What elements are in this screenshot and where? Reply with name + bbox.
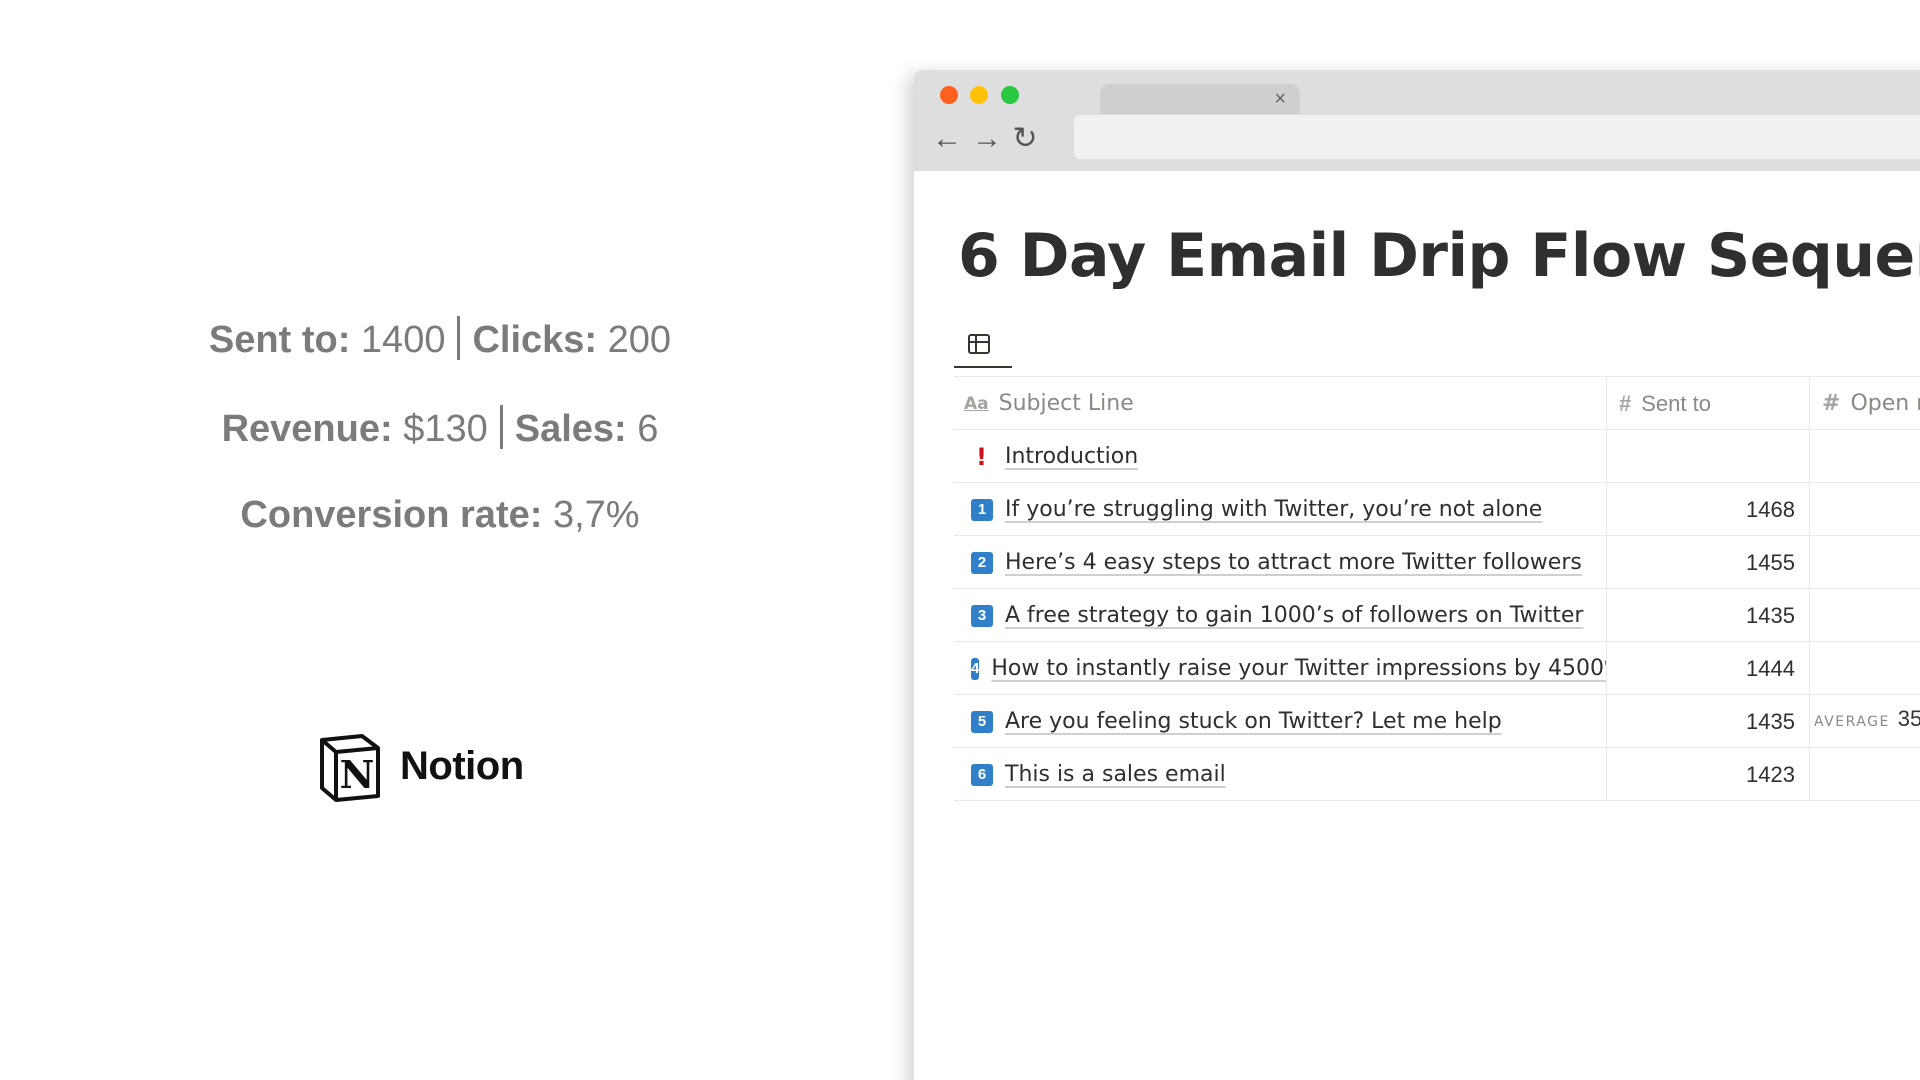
subject-text[interactable]: Introduction (1005, 444, 1138, 469)
maximize-window-button[interactable] (1001, 86, 1019, 104)
tab-close-icon[interactable]: × (1274, 87, 1286, 111)
clicks-label: Clicks: (472, 319, 598, 361)
stat-line-revenue-sales: Revenue: $130 Sales: 6 (0, 405, 880, 451)
revenue-value: $130 (403, 408, 488, 450)
sent-to-cell[interactable]: 1423 (1607, 748, 1810, 801)
column-header-label: Subject Line (998, 391, 1134, 416)
sent-value: 1400 (360, 319, 446, 361)
table-row[interactable]: 6 This is a sales email 1423 (954, 748, 1920, 801)
text-property-icon: Aa (964, 393, 989, 414)
sent-to-cell[interactable]: 1455 (1607, 536, 1810, 589)
nav-buttons: ← → ↻ (932, 122, 1038, 156)
divider (499, 405, 503, 449)
column-header-label: Sent to (1641, 390, 1711, 416)
table-row[interactable]: 1 If you’re struggling with Twitter, you… (954, 483, 1920, 536)
reload-icon[interactable]: ↻ (1012, 122, 1038, 156)
column-header-subject[interactable]: Aa Subject Line (954, 377, 1607, 430)
calculation-value: 35 (1897, 706, 1920, 731)
notion-logo: N Notion (314, 730, 524, 802)
subject-cell[interactable]: ! Introduction (954, 430, 1607, 483)
sent-to-cell[interactable]: 1435 (1607, 589, 1810, 642)
clicks-value: 200 (607, 319, 672, 361)
open-rate-cell[interactable] (1810, 748, 1920, 801)
number-property-icon: # (1822, 391, 1841, 416)
stat-line-conversion: Conversion rate: 3,7% (0, 494, 880, 537)
subject-cell[interactable]: 3 A free strategy to gain 1000’s of foll… (954, 589, 1607, 642)
table-row[interactable]: 2 Here’s 4 easy steps to attract more Tw… (954, 536, 1920, 589)
forward-arrow-icon[interactable]: → (972, 122, 1002, 156)
sent-to-cell[interactable]: 1435 (1607, 695, 1810, 748)
open-rate-cell[interactable] (1810, 483, 1920, 536)
number-2-icon: 2 (971, 551, 993, 574)
sent-to-cell[interactable] (1607, 430, 1810, 483)
table-row[interactable]: 3 A free strategy to gain 1000’s of foll… (954, 589, 1920, 642)
sent-to-cell[interactable]: 1468 (1607, 483, 1810, 536)
notion-logo-icon: N (320, 734, 380, 802)
number-property-icon: # (1619, 390, 1632, 416)
revenue-label: Revenue: (221, 408, 393, 450)
subject-cell[interactable]: 4 How to instantly raise your Twitter im… (954, 642, 1607, 695)
back-arrow-icon[interactable]: ← (932, 122, 962, 156)
browser-chrome: × ← → ↻ (914, 70, 1920, 171)
number-1-icon: 1 (971, 498, 993, 521)
browser-window: × ← → ↻ 6 Day Email Drip Flow Sequence A… (914, 70, 1920, 1080)
sales-value: 6 (637, 408, 659, 450)
subject-text[interactable]: This is a sales email (1005, 762, 1226, 787)
column-calculation[interactable]: AVERAGE 35 (1814, 706, 1920, 732)
subject-text[interactable]: Are you feeling stuck on Twitter? Let me… (1005, 709, 1502, 734)
column-header-label: Open r (1850, 391, 1920, 416)
divider (457, 316, 461, 360)
subject-text[interactable]: If you’re struggling with Twitter, you’r… (1005, 497, 1542, 522)
sent-label: Sent to: (208, 319, 351, 361)
subject-cell[interactable]: 6 This is a sales email (954, 748, 1607, 801)
exclamation-icon: ! (976, 442, 987, 471)
browser-tab[interactable]: × (1100, 84, 1300, 114)
column-header-sent-to[interactable]: # Sent to (1607, 377, 1810, 430)
subject-cell[interactable]: 1 If you’re struggling with Twitter, you… (954, 483, 1607, 536)
notion-page: 6 Day Email Drip Flow Sequence Aa Subjec… (914, 171, 1920, 1080)
table-row[interactable]: 5 Are you feeling stuck on Twitter? Let … (954, 695, 1920, 748)
table-header-row: Aa Subject Line # Sent to # Open r (954, 377, 1920, 430)
number-3-icon: 3 (971, 604, 993, 627)
notion-logo-letter: N (340, 752, 375, 797)
table-row[interactable]: 4 How to instantly raise your Twitter im… (954, 642, 1920, 695)
page-title: 6 Day Email Drip Flow Sequence (958, 221, 1920, 291)
notion-wordmark: Notion (400, 743, 524, 788)
table-icon (968, 334, 990, 354)
minimize-window-button[interactable] (970, 86, 988, 104)
stat-line-sent-clicks: Sent to: 1400 Clicks: 200 (0, 316, 880, 362)
table-row[interactable]: ! Introduction (954, 430, 1920, 483)
number-5-icon: 5 (971, 710, 993, 733)
subject-cell[interactable]: 2 Here’s 4 easy steps to attract more Tw… (954, 536, 1607, 589)
subject-text[interactable]: A free strategy to gain 1000’s of follow… (1005, 603, 1583, 628)
database-table: Aa Subject Line # Sent to # Open r ! Int… (954, 376, 1920, 801)
sales-label: Sales: (514, 408, 627, 450)
open-rate-cell[interactable] (1810, 536, 1920, 589)
conversion-label: Conversion rate: (240, 494, 543, 536)
conversion-value: 3,7% (552, 494, 640, 536)
table-view-tab[interactable] (954, 326, 1012, 368)
open-rate-cell[interactable] (1810, 430, 1920, 483)
calculation-label: AVERAGE (1814, 714, 1890, 730)
number-6-icon: 6 (971, 763, 993, 786)
column-header-open-rate[interactable]: # Open r (1810, 377, 1920, 430)
open-rate-cell[interactable] (1810, 589, 1920, 642)
subject-text[interactable]: How to instantly raise your Twitter impr… (991, 656, 1606, 681)
open-rate-cell[interactable] (1810, 642, 1920, 695)
subject-text[interactable]: Here’s 4 easy steps to attract more Twit… (1005, 550, 1582, 575)
subject-cell[interactable]: 5 Are you feeling stuck on Twitter? Let … (954, 695, 1607, 748)
number-4-icon: 4 (971, 657, 980, 680)
sent-to-cell[interactable]: 1444 (1607, 642, 1810, 695)
address-bar[interactable] (1074, 115, 1920, 159)
close-window-button[interactable] (940, 86, 958, 104)
